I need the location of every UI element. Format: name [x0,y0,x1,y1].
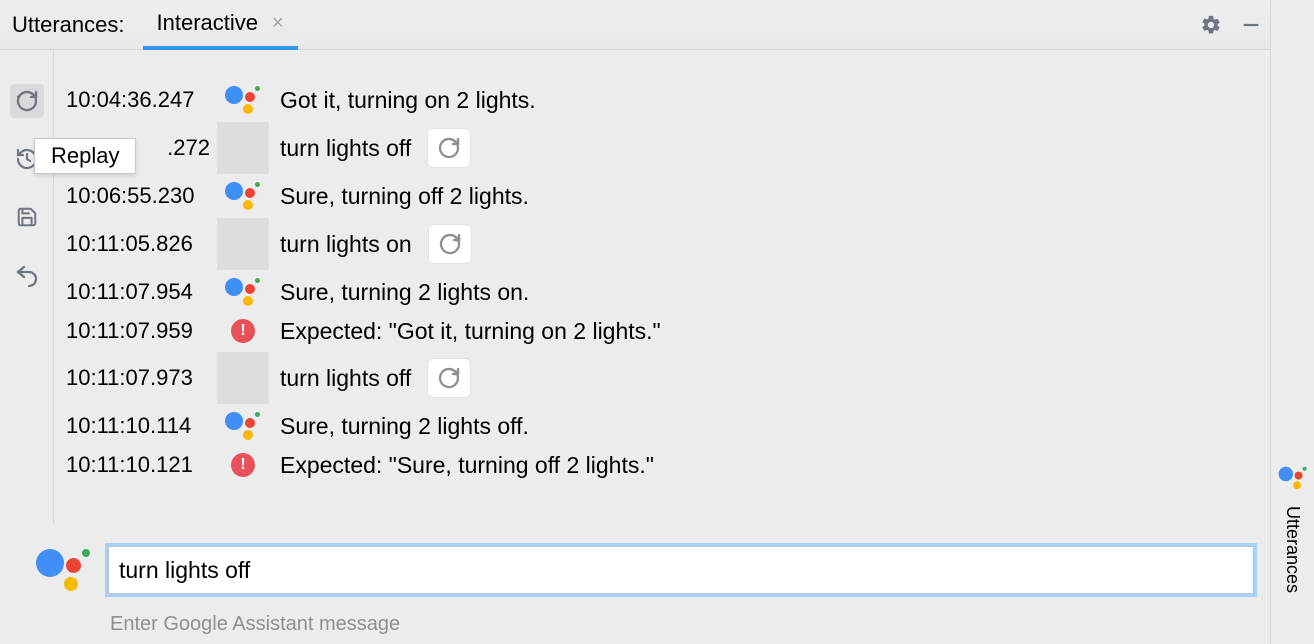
log-row: 10:06:55.230 Sure, turning off 2 lights. [66,176,1260,216]
user-avatar-placeholder [217,122,269,174]
tab-bar: Utterances: Interactive × [0,0,1270,50]
replay-utterance-button[interactable] [428,224,472,264]
timestamp: 10:11:10.114 [66,413,214,439]
error-icon: ! [214,453,272,477]
tab-interactive[interactable]: Interactive × [143,1,298,50]
user-avatar [214,352,272,404]
log-row: 10:11:07.954 Sure, turning 2 lights on. [66,272,1260,312]
save-button[interactable] [10,200,44,234]
assistant-icon [225,274,261,310]
replay-utterance-button[interactable] [427,128,471,168]
assistant-message: Sure, turning 2 lights off. [272,413,529,440]
user-avatar [214,218,272,270]
log-row: .272turn lights off [66,120,1260,176]
log-row: 10:11:10.121! Expected: "Sure, turning of… [66,446,1260,484]
side-tab-label: Utterances [1282,506,1303,593]
side-tab: Utterances [1270,0,1314,644]
user-avatar-placeholder [217,352,269,404]
timestamp: 10:11:07.954 [66,279,214,305]
timestamp: 10:06:55.230 [66,183,214,209]
gear-icon[interactable] [1198,12,1224,38]
undo-button[interactable] [10,258,44,292]
timestamp: 10:11:07.973 [66,365,214,391]
error-icon: ! [214,319,272,343]
log-row: 10:11:07.973 turn lights off [66,350,1260,406]
user-avatar [214,122,272,174]
error-message: Expected: "Sure, turning off 2 lights." [272,452,654,479]
timestamp: 10:11:05.826 [66,231,214,257]
side-tab-utterances[interactable]: Utterances [1275,460,1311,593]
user-avatar-placeholder [217,218,269,270]
panel-title: Utterances: [6,12,143,38]
user-message: turn lights off [272,135,411,162]
input-area: Enter Google Assistant message [0,523,1270,644]
replay-utterance-button[interactable] [427,358,471,398]
minimize-icon[interactable] [1238,12,1264,38]
message-input[interactable] [108,546,1254,594]
assistant-icon [1278,464,1307,493]
assistant-icon-slot [214,82,272,118]
replay-tooltip: Replay [34,138,136,174]
assistant-icon-slot [214,274,272,310]
assistant-message: Sure, turning 2 lights on. [272,279,529,306]
utterance-log: 10:04:36.247 Got it, turning on 2 lights.… [54,50,1270,523]
close-icon[interactable]: × [272,12,284,35]
assistant-message: Sure, turning off 2 lights. [272,183,529,210]
input-hint: Enter Google Assistant message [36,597,1254,636]
assistant-icon-slot [214,178,272,214]
exclamation-icon: ! [231,453,255,477]
assistant-icon [225,178,261,214]
tab-label: Interactive [157,10,259,36]
timestamp: 10:11:07.959 [66,318,214,344]
log-row: 10:04:36.247 Got it, turning on 2 lights. [66,80,1260,120]
log-row: 10:11:10.114 Sure, turning 2 lights off. [66,406,1260,446]
replay-all-button[interactable] [10,84,44,118]
log-row: 10:11:05.826 turn lights on [66,216,1260,272]
assistant-message: Got it, turning on 2 lights. [272,87,536,114]
assistant-icon-slot [214,408,272,444]
left-toolbar: Replay [0,50,54,523]
exclamation-icon: ! [231,319,255,343]
timestamp: 10:11:10.121 [66,452,214,478]
user-message: turn lights on [272,231,412,258]
error-message: Expected: "Got it, turning on 2 lights." [272,318,661,345]
user-message: turn lights off [272,365,411,392]
assistant-icon [36,543,90,597]
timestamp: 10:04:36.247 [66,87,214,113]
assistant-icon [225,408,261,444]
assistant-icon [225,82,261,118]
log-row: 10:11:07.959! Expected: "Got it, turning … [66,312,1260,350]
